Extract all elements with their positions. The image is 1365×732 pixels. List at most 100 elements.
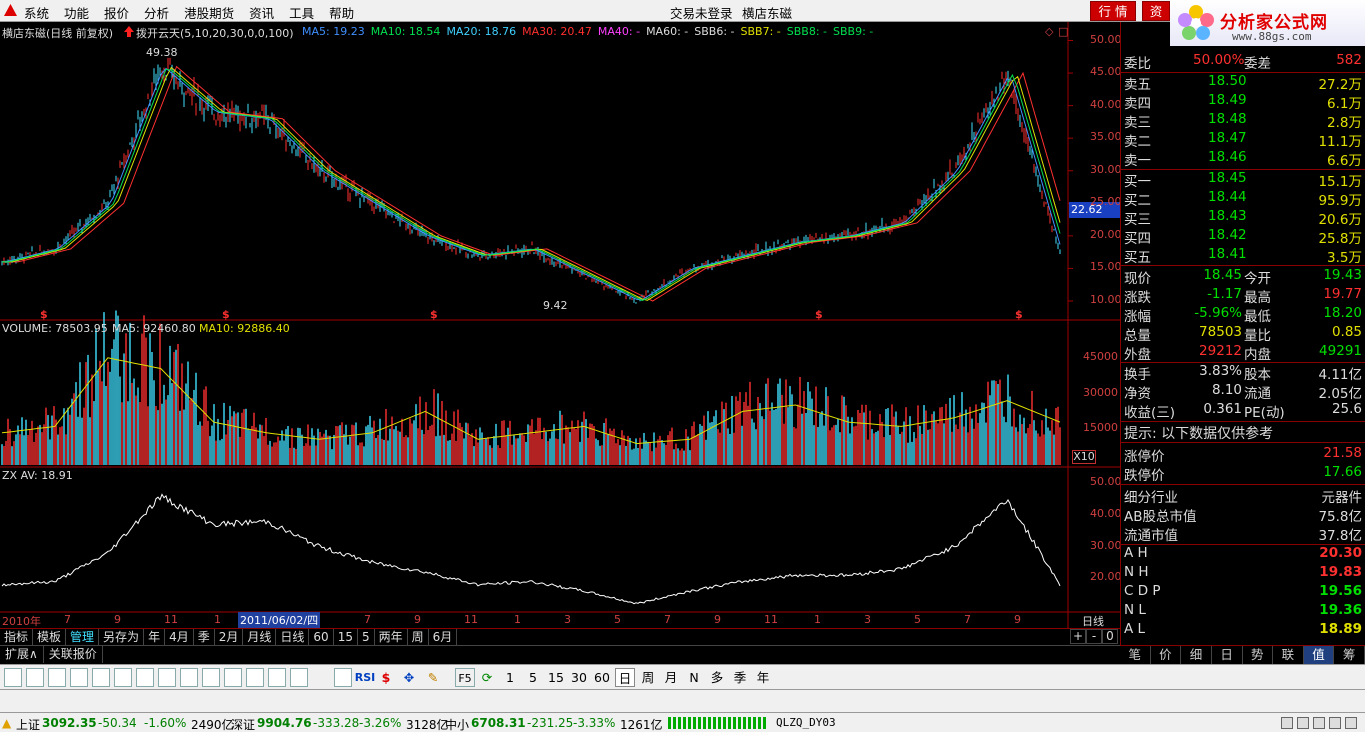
list-icon[interactable] <box>158 668 176 687</box>
f5-button[interactable]: F5 <box>455 668 475 687</box>
quote-tab-4[interactable]: 势 <box>1243 646 1274 664</box>
quote-tab-7[interactable]: 筹 <box>1334 646 1365 664</box>
price-tick-label-6: 20.00 <box>1090 227 1122 241</box>
table-icon[interactable] <box>92 668 110 687</box>
chart-tab-8[interactable]: 月线 <box>243 629 277 645</box>
quote-tab-3[interactable]: 日 <box>1212 646 1243 664</box>
chart-window-icon[interactable]: □ <box>1058 25 1068 38</box>
chart-area[interactable]: 横店东磁(日线 前复权) 拨开云天(5,10,20,30,0,0,100) MA… <box>0 22 1122 645</box>
x-axis: 2010年791113579111357911135792011/06/02/四 <box>0 612 1120 628</box>
status-tray-icon-0[interactable] <box>1281 717 1293 729</box>
period-3[interactable]: 30 <box>569 668 589 687</box>
buy-vol: 3.5万 <box>1327 250 1362 266</box>
chart-tab-7[interactable]: 2月 <box>215 629 244 645</box>
chart-tab-15[interactable]: 6月 <box>429 629 458 645</box>
info-icon[interactable] <box>224 668 242 687</box>
down-icon[interactable] <box>48 668 66 687</box>
ext-tab-1[interactable]: 关联报价 <box>44 646 103 663</box>
chart-tab-4[interactable]: 年 <box>144 629 166 645</box>
status-tray-icon-1[interactable] <box>1297 717 1309 729</box>
quote-tab-0[interactable]: 笔 <box>1120 646 1151 664</box>
f10-icon[interactable] <box>246 668 264 687</box>
line-chart-icon[interactable] <box>114 668 132 687</box>
up-icon[interactable] <box>26 668 44 687</box>
zoom-btn-2[interactable]: 0 <box>1102 629 1118 644</box>
volume-scale: X10 <box>1072 450 1096 464</box>
dollar-icon[interactable]: $ <box>378 668 394 687</box>
period-5[interactable]: 日 <box>615 668 635 687</box>
stat-row-2: 涨幅 -5.96% 最低 18.20 <box>1121 305 1365 325</box>
period-4[interactable]: 60 <box>592 668 612 687</box>
quote-button[interactable]: 行 情 <box>1090 1 1136 21</box>
chart-tab-2[interactable]: 管理 <box>66 629 100 645</box>
chart-tab-9[interactable]: 日线 <box>276 629 310 645</box>
app-logo-icon[interactable] <box>3 3 18 18</box>
f10b-icon[interactable] <box>268 668 286 687</box>
grid-icon[interactable] <box>70 668 88 687</box>
sell-vol: 11.1万 <box>1318 134 1362 150</box>
zx-label[interactable]: 中小 <box>445 716 469 732</box>
chart-tab-3[interactable]: 另存为 <box>99 629 145 645</box>
menu-3[interactable]: 分析 <box>144 3 169 22</box>
menu-4[interactable]: 港股期货 <box>184 3 234 22</box>
period-9[interactable]: 多 <box>707 668 727 687</box>
wave-icon[interactable] <box>334 668 352 687</box>
quote-tab-1[interactable]: 价 <box>1151 646 1182 664</box>
sell-label: 卖三 <box>1124 115 1151 131</box>
back-icon[interactable] <box>4 668 22 687</box>
status-tray-icon-2[interactable] <box>1313 717 1325 729</box>
chart-tab-11[interactable]: 15 <box>334 629 358 645</box>
info-button[interactable]: 资 <box>1142 1 1170 21</box>
limit-down-label: 跌停价 <box>1124 468 1165 484</box>
menu-1[interactable]: 功能 <box>64 3 89 22</box>
zoom-btn-0[interactable]: + <box>1070 629 1086 644</box>
period-11[interactable]: 年 <box>753 668 773 687</box>
indicator-name[interactable]: 拨开云天(5,10,20,30,0,0,100) <box>136 25 294 41</box>
period-2[interactable]: 15 <box>546 668 566 687</box>
fund-row-1: 净资 8.10 流通 2.05亿 <box>1121 382 1365 402</box>
rsi-button[interactable]: RSI <box>354 668 376 687</box>
weidiff-label: 委差 <box>1244 56 1271 72</box>
quote-tab-2[interactable]: 细 <box>1181 646 1212 664</box>
chart-tab-1[interactable]: 模板 <box>33 629 67 645</box>
chart-tab-10[interactable]: 60 <box>309 629 334 645</box>
period-6[interactable]: 周 <box>638 668 658 687</box>
weibi-label: 委比 <box>1124 56 1151 72</box>
chart-option-icon[interactable]: ◇ <box>1045 25 1053 38</box>
menu-0[interactable]: 系统 <box>24 3 49 22</box>
period-1[interactable]: 5 <box>523 668 543 687</box>
zoom-btn-1[interactable]: - <box>1086 629 1102 644</box>
chart-tab-14[interactable]: 周 <box>408 629 429 645</box>
period-0[interactable]: 1 <box>500 668 520 687</box>
chart-tab-5[interactable]: 4月 <box>165 629 194 645</box>
level-value: 19.56 <box>1319 583 1362 599</box>
period-10[interactable]: 季 <box>730 668 750 687</box>
quote-tab-5[interactable]: 联 <box>1273 646 1304 664</box>
sz-label[interactable]: 深证 <box>231 716 255 732</box>
menu-7[interactable]: 帮助 <box>329 3 354 22</box>
stat-row-1: 涨跌 -1.17 最高 19.77 <box>1121 286 1365 306</box>
fin-icon[interactable] <box>180 668 198 687</box>
refresh-icon[interactable]: ⟳ <box>478 668 496 687</box>
ext-tab-0[interactable]: 扩展∧ <box>0 646 44 663</box>
pencil-icon[interactable]: ✎ <box>424 668 442 687</box>
report-icon[interactable] <box>202 668 220 687</box>
chart-tab-6[interactable]: 季 <box>194 629 215 645</box>
zx-amt: 1261亿 <box>620 718 663 732</box>
chart-tab-12[interactable]: 5 <box>358 629 375 645</box>
quote-tab-6[interactable]: 值 <box>1303 646 1335 664</box>
sh-label[interactable]: 上证 <box>16 716 40 732</box>
status-tray-icon-4[interactable] <box>1345 717 1357 729</box>
move-icon[interactable]: ✥ <box>400 668 418 687</box>
float-cap-value: 37.8亿 <box>1318 528 1362 544</box>
status-tray-icon-3[interactable] <box>1329 717 1341 729</box>
menu-6[interactable]: 工具 <box>289 3 314 22</box>
period-8[interactable]: N <box>684 668 704 687</box>
menu-2[interactable]: 报价 <box>104 3 129 22</box>
chart-tab-0[interactable]: 指标 <box>0 629 34 645</box>
chart-tab-13[interactable]: 两年 <box>375 629 408 645</box>
search-icon[interactable] <box>290 668 308 687</box>
menu-5[interactable]: 资讯 <box>249 3 274 22</box>
candle-icon[interactable] <box>136 668 154 687</box>
period-7[interactable]: 月 <box>661 668 681 687</box>
